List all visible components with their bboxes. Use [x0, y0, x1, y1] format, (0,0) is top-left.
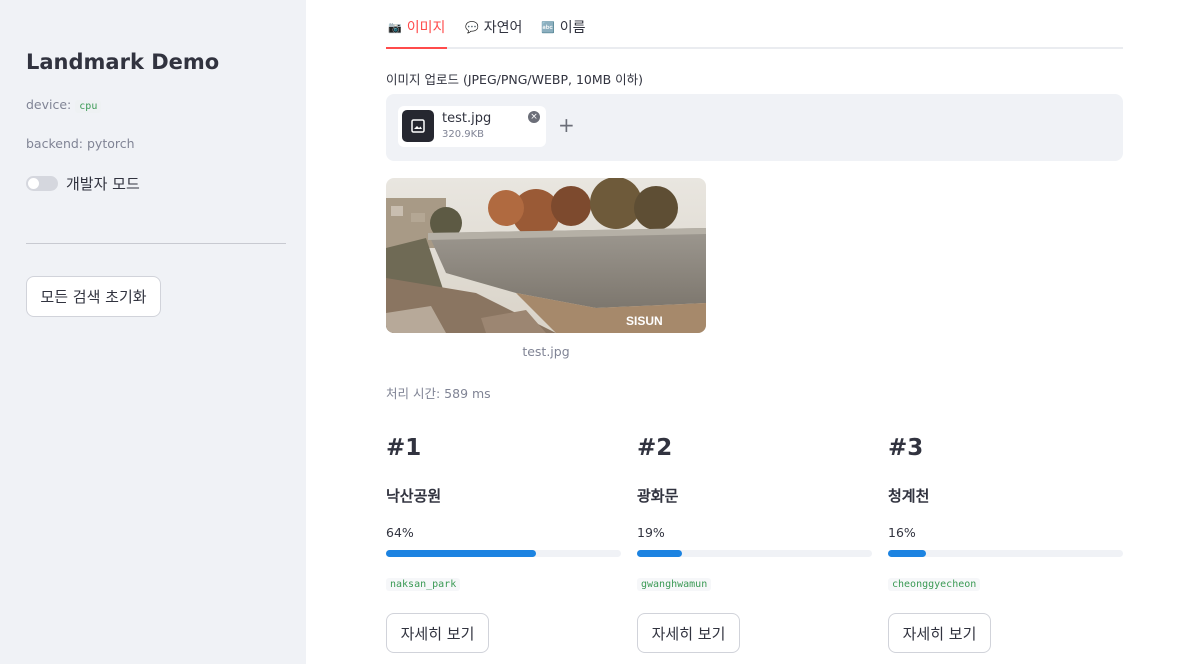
dev-mode-label: 개발자 모드: [66, 175, 140, 193]
result-progress-bar: [386, 550, 621, 557]
dev-mode-toggle[interactable]: [26, 176, 58, 191]
result-percent: 64%: [386, 525, 414, 540]
detail-button[interactable]: 자세히 보기: [386, 613, 489, 653]
app-title: Landmark Demo: [26, 50, 220, 74]
result-card: #2 광화문 19% gwanghwamun 자세히 보기: [637, 435, 872, 653]
result-name: 청계천: [888, 487, 930, 505]
result-card: #3 청계천 16% cheonggyecheon 자세히 보기: [888, 435, 1123, 653]
result-progress-bar: [637, 550, 872, 557]
camera-icon: 📷: [388, 20, 402, 34]
uploaded-file-chip: test.jpg 320.9KB ×: [398, 106, 546, 147]
device-value: cpu: [75, 100, 102, 113]
result-name: 광화문: [637, 487, 679, 505]
backend-info: backend: pytorch: [26, 136, 135, 151]
image-watermark: SISUN: [626, 314, 663, 328]
tab-natural-language[interactable]: 💬 자연어: [465, 17, 522, 37]
active-tab-indicator: [386, 47, 447, 49]
uploaded-file-size: 320.9KB: [442, 129, 485, 140]
result-percent: 16%: [888, 525, 916, 540]
result-card: #1 낙산공원 64% naksan_park 자세히 보기: [386, 435, 621, 653]
tab-name-label: 이름: [559, 20, 586, 36]
result-percent: 19%: [637, 525, 665, 540]
sidebar-divider: [26, 243, 286, 244]
result-rank: #1: [386, 435, 422, 461]
result-progress-fill: [386, 550, 537, 557]
tab-name[interactable]: 🔤 이름: [541, 17, 585, 37]
image-caption: test.jpg: [522, 344, 570, 359]
sidebar: Landmark Demo device: cpu backend: pytorc…: [0, 0, 306, 664]
processing-time: 처리 시간: 589 ms: [386, 386, 491, 401]
dev-mode-toggle-row[interactable]: 개발자 모드: [26, 173, 140, 194]
tab-image[interactable]: 📷 이미지: [388, 17, 445, 37]
toggle-knob: [28, 178, 39, 189]
add-file-icon[interactable]: +: [558, 114, 575, 136]
result-slug: cheonggyecheon: [888, 578, 981, 591]
result-rank: #2: [637, 435, 673, 461]
app-window: Landmark Demo device: cpu backend: pytorc…: [0, 0, 1180, 664]
upload-label: 이미지 업로드 (JPEG/PNG/WEBP, 10MB 이하): [386, 72, 644, 87]
uploaded-image-preview: SISUN: [386, 178, 706, 333]
result-progress-fill: [888, 550, 926, 557]
speech-bubble-icon: 💬: [465, 20, 479, 34]
device-info: device: cpu: [26, 97, 102, 113]
detail-button[interactable]: 자세히 보기: [637, 613, 740, 653]
result-slug: gwanghwamun: [637, 578, 712, 591]
tab-natural-language-label: 자연어: [483, 20, 523, 36]
tab-bar: 📷 이미지 💬 자연어 🔤 이름: [386, 0, 1123, 49]
result-slug: naksan_park: [386, 578, 461, 591]
result-rank: #3: [888, 435, 924, 461]
reset-search-button[interactable]: 모든 검색 초기화: [26, 276, 161, 317]
result-progress-fill: [637, 550, 682, 557]
detail-button[interactable]: 자세히 보기: [888, 613, 991, 653]
file-dropzone[interactable]: test.jpg 320.9KB × +: [386, 94, 1123, 161]
device-label: device:: [26, 97, 72, 112]
result-progress-bar: [888, 550, 1123, 557]
uploaded-file-name: test.jpg: [442, 111, 492, 126]
tab-image-label: 이미지: [406, 20, 446, 36]
image-file-icon: [402, 110, 434, 142]
result-name: 낙산공원: [386, 487, 442, 505]
remove-file-icon[interactable]: ×: [528, 111, 540, 123]
abc-icon: 🔤: [541, 20, 555, 34]
